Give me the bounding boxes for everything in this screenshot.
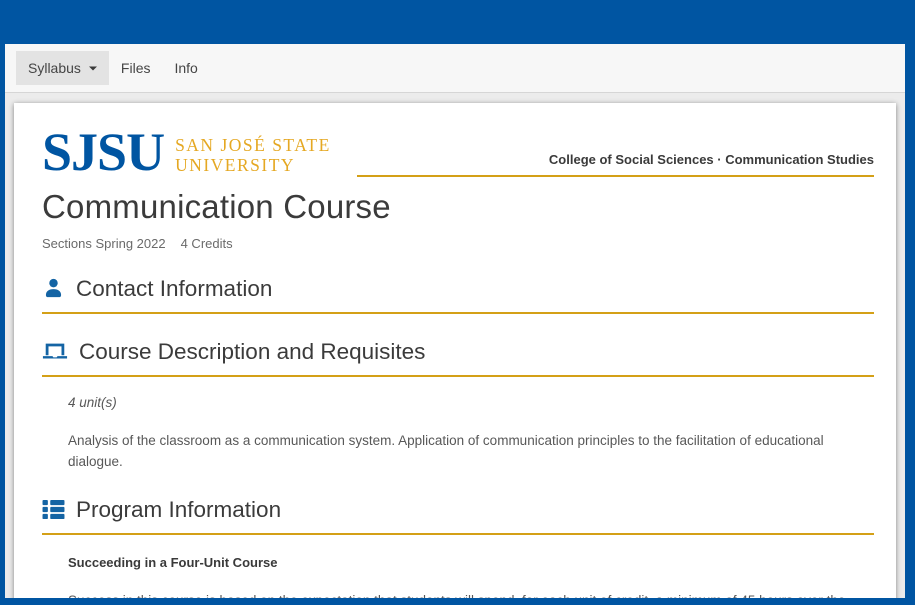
page: Syllabus Files Info SJSU SAN JOSÉ STATE … [0, 0, 915, 605]
breadcrumb-text: College of Social Sciences · Communicati… [549, 152, 874, 167]
user-icon [42, 277, 65, 300]
tab-syllabus[interactable]: Syllabus [16, 51, 109, 85]
section-contact-information: Contact Information [42, 276, 874, 314]
masthead: SJSU SAN JOSÉ STATE UNIVERSITY College o… [42, 129, 874, 177]
course-description-text: Analysis of the classroom as a communica… [68, 430, 870, 472]
breadcrumb: College of Social Sciences · Communicati… [357, 152, 874, 177]
page-title: Communication Course [42, 188, 874, 226]
sjsu-logo-wordmark: SAN JOSÉ STATE UNIVERSITY [175, 129, 331, 176]
sjsu-logo: SJSU SAN JOSÉ STATE UNIVERSITY [42, 129, 331, 177]
sjsu-logo-line2: UNIVERSITY [175, 155, 331, 175]
syllabus-card: SJSU SAN JOSÉ STATE UNIVERSITY College o… [14, 103, 896, 598]
section-heading-program: Program Information [42, 497, 874, 535]
content-frame: Syllabus Files Info SJSU SAN JOSÉ STATE … [5, 44, 905, 598]
section-program-information: Program Information Succeeding in a Four… [42, 497, 874, 598]
section-title-contact: Contact Information [76, 276, 272, 302]
section-body-program: Succeeding in a Four-Unit Course Success… [42, 555, 874, 598]
section-heading-contact: Contact Information [42, 276, 874, 314]
section-title-description: Course Description and Requisites [79, 339, 425, 365]
units-text: 4 unit(s) [68, 395, 870, 410]
program-info-text: Success in this course is based on the e… [68, 590, 870, 598]
credits-label: 4 Credits [181, 236, 233, 251]
tab-syllabus-label: Syllabus [28, 60, 81, 76]
tab-info-label: Info [174, 60, 197, 76]
program-subheading: Succeeding in a Four-Unit Course [68, 555, 870, 570]
sections-term-label: Sections Spring 2022 [42, 236, 166, 251]
section-course-description: Course Description and Requisites 4 unit… [42, 339, 874, 472]
tab-info[interactable]: Info [162, 51, 209, 85]
sjsu-logo-line1: SAN JOSÉ STATE [175, 135, 331, 155]
laptop-icon [42, 340, 68, 363]
section-heading-description: Course Description and Requisites [42, 339, 874, 377]
tab-files[interactable]: Files [109, 51, 163, 85]
section-body-description: 4 unit(s) Analysis of the classroom as a… [42, 395, 874, 472]
list-grid-icon [42, 499, 65, 520]
chevron-down-icon [89, 67, 97, 75]
section-title-program: Program Information [76, 497, 281, 523]
tab-bar: Syllabus Files Info [5, 44, 905, 93]
tab-files-label: Files [121, 60, 151, 76]
sjsu-logo-acronym: SJSU [42, 129, 164, 177]
course-meta: Sections Spring 2022 4 Credits [42, 236, 874, 251]
